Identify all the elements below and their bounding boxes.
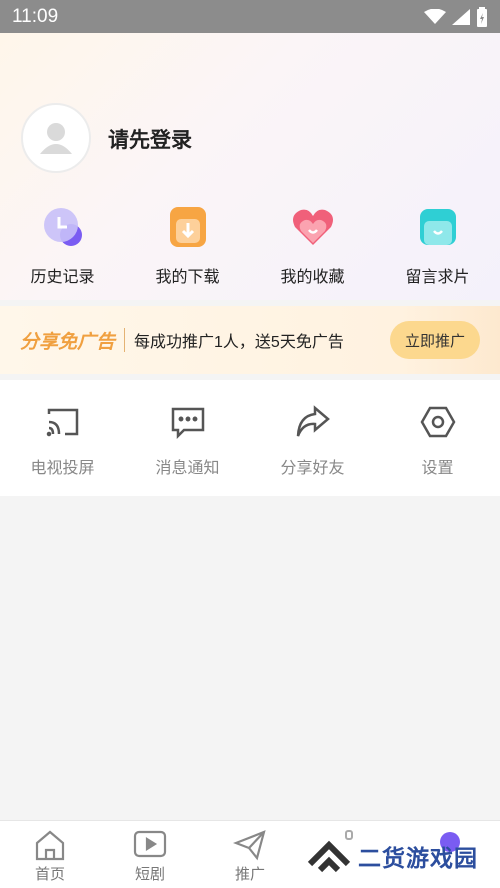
quick-action-label: 历史记录 bbox=[30, 269, 95, 286]
watermark-logo-icon bbox=[307, 840, 351, 873]
promo-banner: 分享免广告 每成功推广1人，送5天免广告 立即推广 bbox=[0, 306, 500, 374]
avatar[interactable] bbox=[21, 103, 91, 173]
login-prompt[interactable]: 请先登录 bbox=[108, 124, 192, 154]
default-avatar-icon bbox=[40, 123, 72, 154]
promo-text: 每成功推广1人，送5天免广告 bbox=[134, 334, 344, 351]
nav-label: 首页 bbox=[34, 866, 65, 883]
nav-short-drama[interactable]: 短剧 bbox=[100, 821, 200, 888]
chat-icon bbox=[171, 407, 204, 440]
tool-label: 消息通知 bbox=[155, 460, 220, 477]
share-icon bbox=[296, 405, 330, 437]
home-icon bbox=[35, 830, 65, 861]
quick-action-label: 我的下载 bbox=[155, 269, 220, 286]
quick-action-label: 我的收藏 bbox=[280, 269, 345, 286]
message-request-icon bbox=[419, 209, 456, 245]
wifi-icon bbox=[424, 8, 446, 24]
signal-icon bbox=[452, 8, 470, 25]
quick-actions: 历史记录 我的下载 我的收藏 留言求片 bbox=[0, 205, 500, 295]
quick-action-message-request[interactable]: 留言求片 bbox=[375, 205, 500, 295]
status-time: 11:09 bbox=[12, 5, 59, 27]
download-icon bbox=[169, 207, 206, 247]
promo-title: 分享免广告 bbox=[20, 331, 116, 353]
quick-action-history[interactable]: 历史记录 bbox=[0, 205, 125, 295]
favorite-icon bbox=[292, 209, 333, 245]
nav-home[interactable]: 首页 bbox=[0, 821, 100, 888]
status-bar: 11:09 bbox=[0, 0, 500, 33]
battery-icon bbox=[477, 6, 487, 27]
status-icons bbox=[424, 6, 488, 27]
nav-label: 短剧 bbox=[134, 866, 165, 883]
tool-label: 分享好友 bbox=[280, 460, 345, 477]
tool-label: 设置 bbox=[421, 460, 454, 477]
tool-share[interactable]: 分享好友 bbox=[250, 380, 375, 496]
tool-cast[interactable]: 电视投屏 bbox=[0, 380, 125, 496]
send-icon bbox=[233, 830, 266, 861]
history-icon bbox=[43, 208, 82, 246]
promote-now-button[interactable]: 立即推广 bbox=[390, 321, 480, 359]
video-icon bbox=[133, 830, 167, 858]
quick-action-download[interactable]: 我的下载 bbox=[125, 205, 250, 295]
promo-divider bbox=[124, 328, 126, 352]
settings-icon bbox=[420, 406, 455, 438]
tool-notifications[interactable]: 消息通知 bbox=[125, 380, 250, 496]
tools-panel: 电视投屏 消息通知 分享好友 设置 bbox=[0, 380, 500, 496]
quick-action-label: 留言求片 bbox=[405, 269, 470, 286]
tool-label: 电视投屏 bbox=[30, 460, 95, 477]
watermark: 二货游戏园 bbox=[306, 838, 478, 874]
nav-label: 推广 bbox=[234, 866, 265, 883]
watermark-text: 二货游戏园 bbox=[358, 845, 478, 871]
nav-promote[interactable]: 推广 bbox=[200, 821, 300, 888]
cast-icon bbox=[46, 408, 78, 437]
tool-settings[interactable]: 设置 bbox=[375, 380, 500, 496]
quick-action-favorite[interactable]: 我的收藏 bbox=[250, 205, 375, 295]
